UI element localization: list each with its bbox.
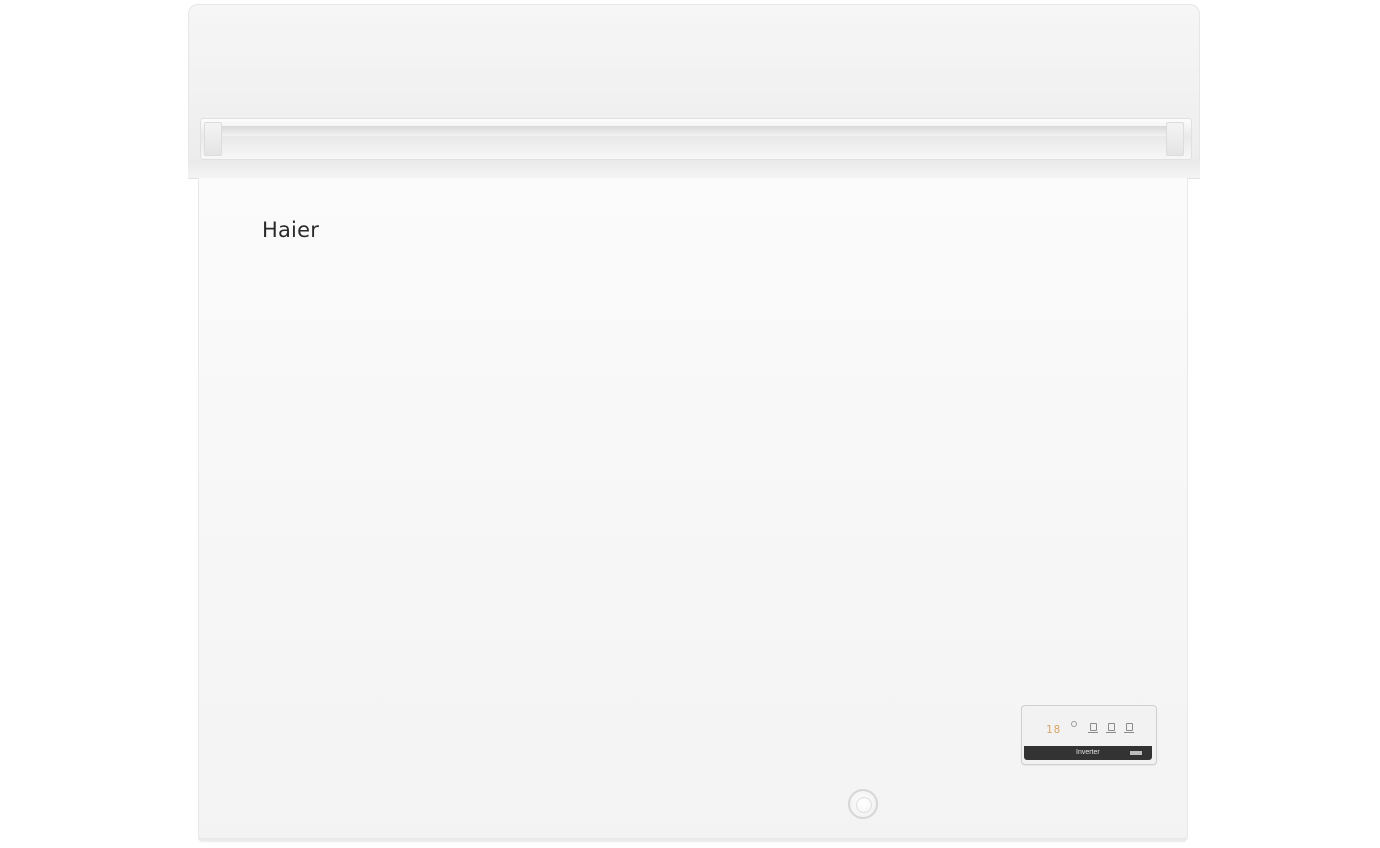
lock-keyhole bbox=[856, 797, 872, 813]
panel-button-icon bbox=[1106, 723, 1116, 735]
lid-handle bbox=[200, 118, 1192, 160]
lid-handle-groove bbox=[212, 126, 1174, 136]
handle-end-right bbox=[1166, 122, 1184, 156]
temperature-display: 18 bbox=[1046, 723, 1062, 736]
energy-rating-mark bbox=[1130, 751, 1142, 755]
panel-button-icon bbox=[1088, 723, 1098, 735]
brand-logo: Haier bbox=[262, 218, 320, 242]
handle-end-left bbox=[204, 122, 222, 156]
inverter-label: Inverter bbox=[1076, 749, 1100, 756]
degree-icon bbox=[1071, 721, 1077, 727]
panel-button-icon bbox=[1124, 723, 1134, 735]
lid-seam bbox=[188, 160, 1200, 179]
floor-shadow bbox=[198, 838, 1186, 844]
chest-freezer-image: Haier 18 Inverter bbox=[0, 0, 1380, 848]
